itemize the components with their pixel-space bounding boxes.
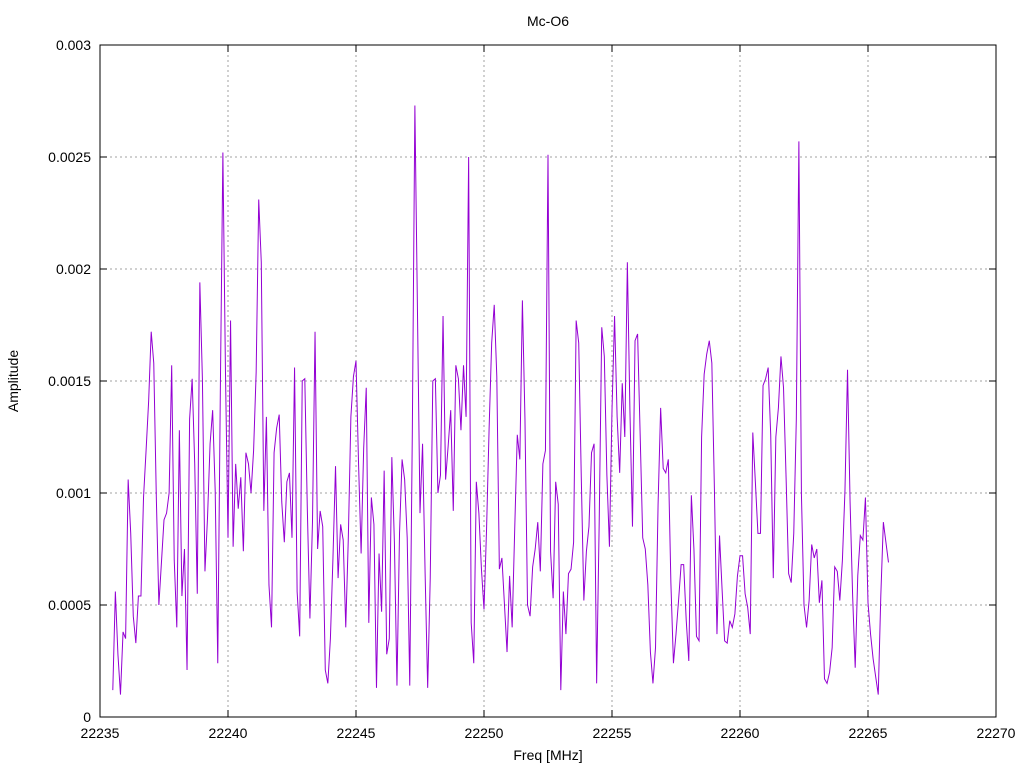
y-tick-label: 0.003: [56, 37, 91, 53]
x-axis-label: Freq [MHz]: [513, 747, 582, 763]
x-tick-label: 22240: [209, 725, 248, 741]
line-chart: 22235 22240 22245 22250 22255 22260 22265 22270…: [0, 0, 1024, 768]
y-tick-label: 0.0025: [48, 149, 91, 165]
x-tick-label: 22265: [849, 725, 888, 741]
x-tick-label: 22270: [977, 725, 1016, 741]
y-tick-label: 0.001: [56, 485, 91, 501]
y-tick-label: 0: [83, 709, 91, 725]
y-tick-label: 0.0015: [48, 373, 91, 389]
chart-title: Mc-O6: [527, 13, 569, 29]
x-tick-label: 22245: [337, 725, 376, 741]
chart-background: [0, 0, 1024, 768]
x-tick-label: 22255: [593, 725, 632, 741]
x-tick-label: 22235: [81, 725, 120, 741]
x-tick-label: 22250: [465, 725, 504, 741]
y-tick-label: 0.002: [56, 261, 91, 277]
x-tick-label: 22260: [721, 725, 760, 741]
y-axis-label: Amplitude: [5, 350, 21, 412]
y-tick-label: 0.0005: [48, 597, 91, 613]
